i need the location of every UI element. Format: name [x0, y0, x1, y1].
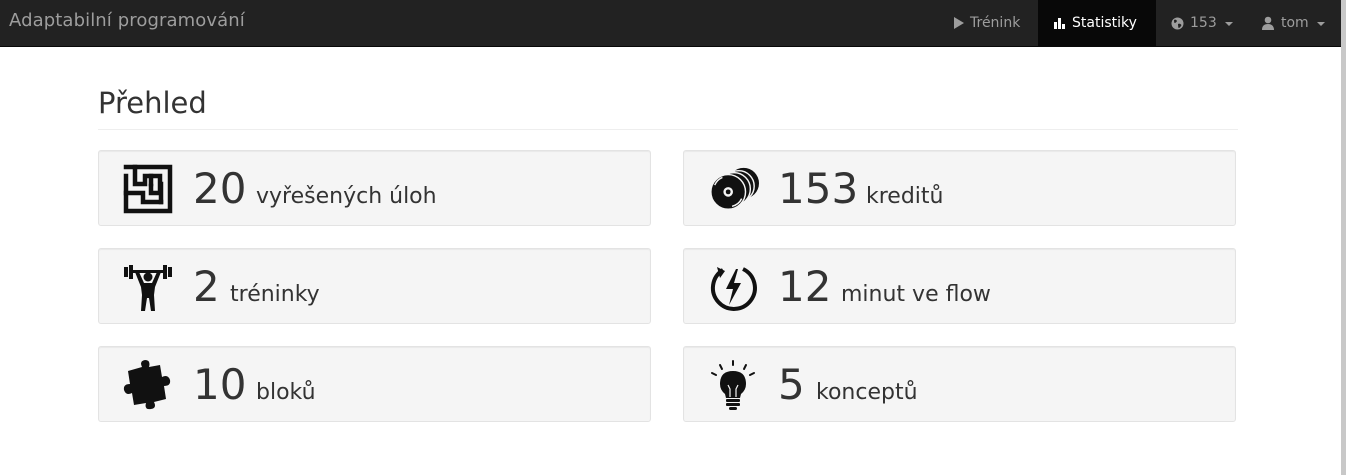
nav-credits-dropdown[interactable]: 153 [1156, 0, 1246, 46]
nav-user-dropdown[interactable]: tom [1246, 0, 1341, 46]
stat-card-solved-tasks: 20 vyřešených úloh [98, 150, 651, 226]
page-title: Přehled [98, 86, 207, 120]
stat-card-credits: 153 kreditů [683, 150, 1236, 226]
scrollbar-thumb[interactable] [1341, 0, 1346, 475]
stat-value: 5 [778, 360, 805, 409]
app-title[interactable]: Adaptabilní programování [9, 10, 245, 31]
nav-training[interactable]: Trénink [938, 0, 1038, 46]
nav-statistics[interactable]: Statistiky [1038, 0, 1156, 46]
coins-icon [707, 163, 759, 215]
chevron-down-icon [1224, 21, 1233, 26]
weightlifter-icon [122, 261, 174, 313]
play-icon [953, 17, 964, 29]
stat-label: tréninky [230, 282, 320, 307]
user-icon [1261, 16, 1275, 30]
stat-label: kreditů [866, 184, 944, 209]
stat-value: 10 [193, 360, 247, 409]
stat-value: 12 [778, 262, 832, 311]
stat-value: 20 [193, 164, 247, 213]
flow-lightning-icon [707, 261, 759, 313]
stat-label: vyřešených úloh [256, 184, 437, 209]
stat-label: bloků [256, 380, 316, 405]
stat-card-blocks: 10 bloků [98, 346, 651, 422]
stat-label: konceptů [816, 380, 918, 405]
stat-card-flow-minutes: 12 minut ve flow [683, 248, 1236, 324]
globe-icon [1171, 17, 1184, 30]
lightbulb-icon [707, 359, 759, 411]
maze-icon [122, 163, 174, 215]
nav-statistics-label: Statistiky [1072, 15, 1137, 31]
navbar: Adaptabilní programování Trénink Statist… [0, 0, 1341, 47]
puzzle-piece-icon [122, 359, 174, 411]
nav-training-label: Trénink [970, 15, 1021, 31]
nav-user-label: tom [1281, 15, 1309, 31]
stat-value: 2 [193, 262, 220, 311]
heading-divider [98, 129, 1238, 130]
nav-credits-label: 153 [1190, 15, 1217, 31]
bar-chart-icon [1053, 17, 1066, 29]
chevron-down-icon [1316, 21, 1325, 26]
stat-value: 153 [778, 164, 859, 213]
stat-card-concepts: 5 konceptů [683, 346, 1236, 422]
stat-card-trainings: 2 tréninky [98, 248, 651, 324]
stat-label: minut ve flow [841, 282, 991, 307]
